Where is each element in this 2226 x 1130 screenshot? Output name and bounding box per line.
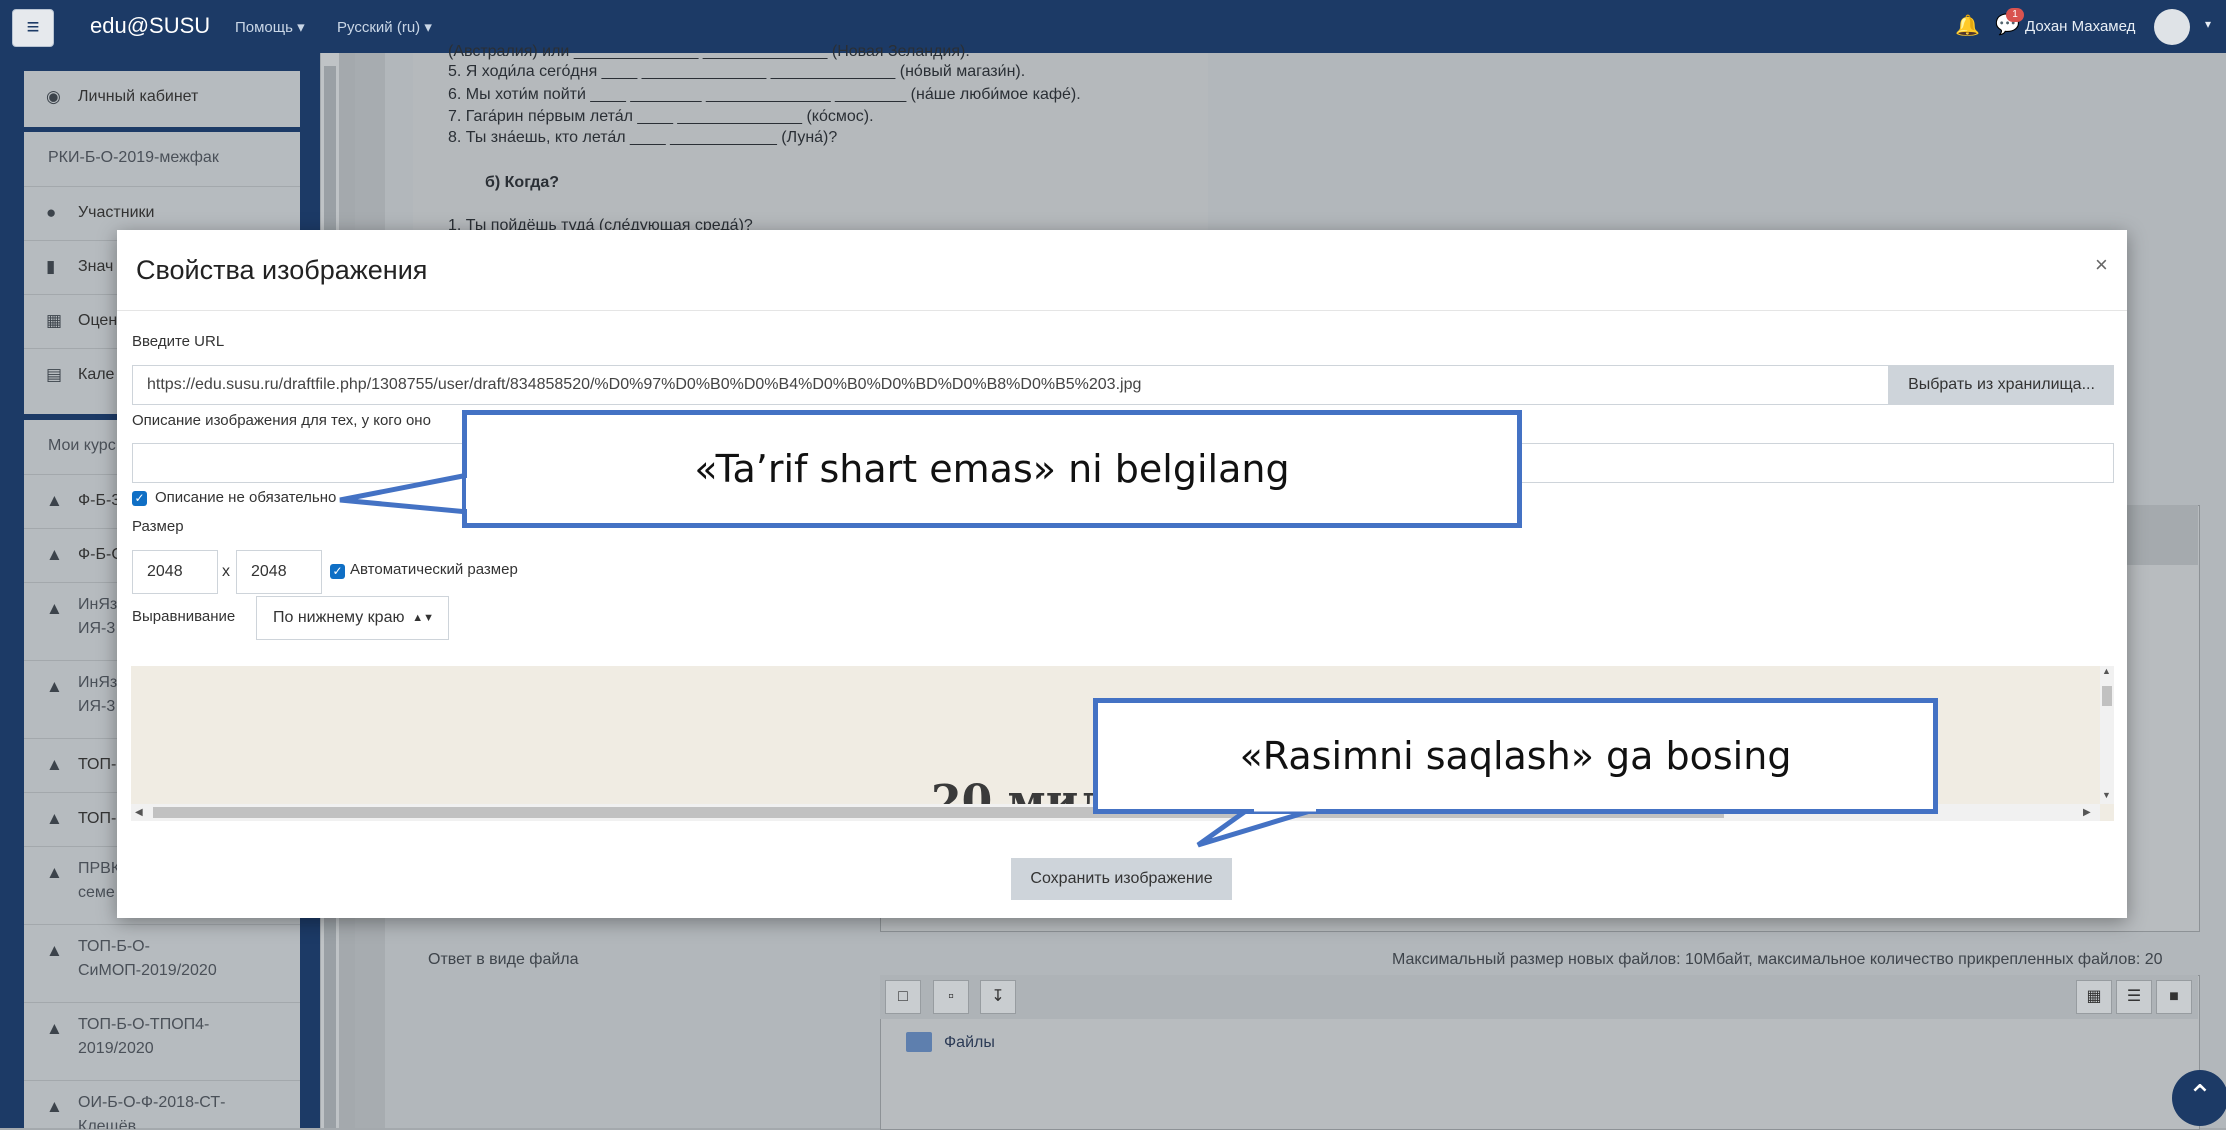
sidebar-item-course-8[interactable]: ▲ ТОП-Б-О- СиМОП-2019/2020 [24, 924, 300, 1003]
messages-badge: 1 [2006, 8, 2024, 22]
graduation-cap-icon: ▲ [46, 755, 63, 774]
language-menu[interactable]: Русский (ru) ▾ [337, 18, 432, 36]
callout-click-save: «Rasimni saqlash» ga bosing [1093, 698, 1938, 814]
scroll-right-icon[interactable]: ▶ [2083, 804, 2091, 821]
description-label: Описание изображения для тех, у кого оно [132, 412, 431, 429]
site-brand[interactable]: edu@SUSU [90, 13, 210, 39]
graduation-cap-icon: ▲ [46, 809, 63, 828]
graduation-cap-icon: ▲ [46, 863, 63, 882]
file-manager-toolbar [880, 975, 2198, 1019]
size-separator: x [222, 563, 230, 580]
width-input[interactable]: 2048 [132, 550, 218, 594]
doc-line: 8. Ты зна́ешь, кто лета́л ____ _________… [448, 129, 838, 146]
folder-view-icon[interactable]: ■ [2156, 980, 2192, 1014]
alignment-label: Выравнивание [132, 608, 236, 625]
file-answer-label: Ответ в виде файла [428, 951, 579, 968]
callout-check-description: «Ta’rif shart emas» ni belgilang [462, 410, 1522, 528]
url-label: Введите URL [132, 333, 225, 350]
size-label: Размер [132, 518, 184, 535]
vertical-scrollbar-thumb[interactable] [2102, 686, 2112, 706]
description-not-needed-label[interactable]: Описание не обязательно [155, 489, 336, 506]
doc-line: (Австралия) или ______________ _________… [448, 43, 970, 60]
alignment-select[interactable]: По нижнему краю ▲▼ [256, 596, 449, 640]
sidebar-item-course-9[interactable]: ▲ ТОП-Б-О-ТПОП4- 2019/2020 [24, 1002, 300, 1081]
list-view-icon[interactable]: ☰ [2116, 980, 2152, 1014]
preview-vertical-scrollbar[interactable]: ▲ ▼ [2100, 666, 2114, 804]
chevron-down-icon[interactable]: ▾ [2205, 17, 2211, 31]
max-size-info: Максимальный размер новых файлов: 10Мбай… [1392, 951, 2163, 968]
calendar-icon: ▤ [46, 365, 63, 384]
files-folder-label[interactable]: Файлы [944, 1034, 995, 1052]
doc-line: 7. Гага́рин пе́рвым лета́л ____ ________… [448, 108, 874, 125]
users-icon: ● [46, 203, 57, 222]
scroll-to-top-button[interactable]: ⌃ [2172, 1070, 2226, 1126]
image-properties-dialog: Свойства изображения × Введите URL https… [117, 230, 2127, 918]
browse-repositories-button[interactable]: Выбрать из хранилища... [1889, 365, 2114, 405]
avatar[interactable] [2154, 9, 2190, 45]
graduation-cap-icon: ▲ [46, 491, 63, 510]
graduation-cap-icon: ▲ [46, 941, 63, 960]
dashboard-icon: ◉ [46, 87, 61, 106]
graduation-cap-icon: ▲ [46, 599, 63, 618]
grid-view-icon[interactable]: ▦ [2076, 980, 2112, 1014]
auto-size-checkbox[interactable]: ✓ [330, 564, 345, 579]
scroll-left-icon[interactable]: ◀ [135, 804, 143, 821]
scroll-up-icon[interactable]: ▲ [2102, 666, 2111, 676]
graduation-cap-icon: ▲ [46, 545, 63, 564]
auto-size-label[interactable]: Автоматический размер [350, 561, 518, 578]
height-input[interactable]: 2048 [236, 550, 322, 594]
graduation-cap-icon: ▲ [46, 1019, 63, 1038]
description-not-needed-checkbox[interactable]: ✓ [132, 491, 147, 506]
dialog-header: Свойства изображения × [117, 230, 2127, 311]
graduation-cap-icon: ▲ [46, 1097, 63, 1116]
dialog-title: Свойства изображения [136, 255, 428, 285]
shield-icon: ▮ [46, 257, 56, 276]
doc-heading: б) Когда? [485, 174, 560, 191]
bell-icon[interactable]: 🔔 [1955, 13, 1980, 38]
doc-line: 5. Я ходи́ла сего́дня ____ _____________… [448, 63, 1026, 80]
grades-icon: ▦ [46, 311, 63, 330]
user-name[interactable]: Дохан Махамед [2025, 18, 2135, 35]
sidebar-item-course[interactable]: РКИ-Б-О-2019-межфак [24, 132, 300, 186]
select-arrows-icon: ▲▼ [412, 612, 434, 624]
scroll-down-icon[interactable]: ▼ [2102, 790, 2111, 800]
graduation-cap-icon: ▲ [46, 677, 63, 696]
help-menu[interactable]: Помощь ▾ [235, 18, 305, 36]
sidebar-item-course-10[interactable]: ▲ ОИ-Б-О-Ф-2018-СТ- Клещёв [24, 1080, 300, 1129]
url-input[interactable]: https://edu.susu.ru/draftfile.php/130875… [132, 365, 1889, 405]
sidebar-item-dashboard[interactable]: ◉ Личный кабинет [24, 71, 300, 125]
close-icon[interactable]: × [2095, 252, 2108, 278]
top-navbar: ≡ edu@SUSU Помощь ▾ Русский (ru) ▾ 🔔 💬 1… [0, 0, 2226, 53]
folder-icon[interactable] [906, 1032, 932, 1052]
doc-line: 6. Мы хоти́м пойти́ ____ ________ ______… [448, 86, 1081, 103]
download-icon[interactable]: ↧ [980, 980, 1016, 1014]
save-image-button[interactable]: Сохранить изображение [1011, 858, 1232, 900]
add-file-icon[interactable]: □ [885, 980, 921, 1014]
menu-toggle-button[interactable]: ≡ [12, 9, 54, 47]
create-folder-icon[interactable]: ▫ [933, 980, 969, 1014]
